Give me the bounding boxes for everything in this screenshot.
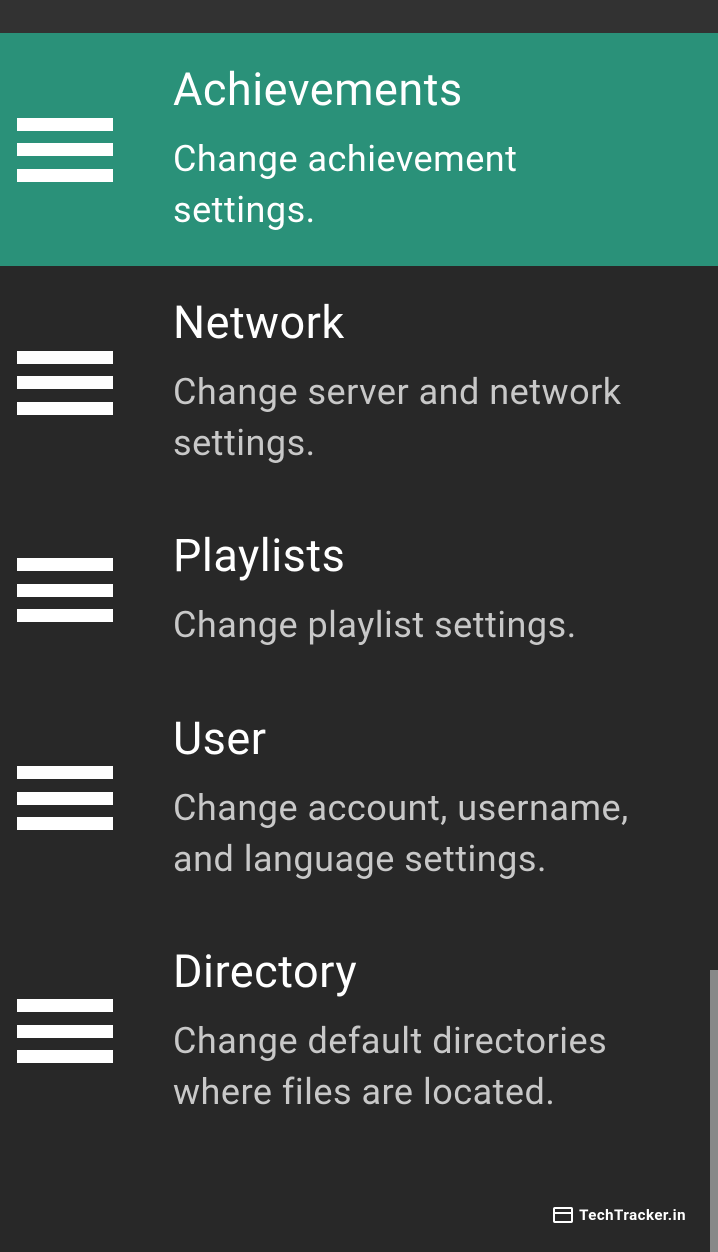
hamburger-icon bbox=[17, 999, 113, 1063]
settings-item-text: Achievements Change achievement settings… bbox=[173, 63, 702, 236]
settings-item-user[interactable]: User Change account, username, and langu… bbox=[0, 682, 718, 915]
settings-item-title: Playlists bbox=[173, 529, 642, 582]
settings-item-title: Directory bbox=[173, 945, 642, 998]
hamburger-icon bbox=[17, 118, 113, 182]
hamburger-icon bbox=[17, 558, 113, 622]
settings-item-description: Change account, username, and language s… bbox=[173, 783, 642, 885]
settings-item-title: Network bbox=[173, 296, 642, 349]
settings-list: Achievements Change achievement settings… bbox=[0, 33, 718, 1148]
hamburger-icon bbox=[17, 766, 113, 830]
watermark: TechTracker.in bbox=[553, 1206, 686, 1224]
settings-item-description: Change default directories where files a… bbox=[173, 1016, 642, 1118]
top-bar bbox=[0, 0, 718, 33]
window-icon bbox=[553, 1207, 573, 1223]
settings-item-playlists[interactable]: Playlists Change playlist settings. bbox=[0, 499, 718, 681]
settings-item-text: Playlists Change playlist settings. bbox=[173, 529, 702, 651]
settings-item-description: Change playlist settings. bbox=[173, 600, 642, 651]
settings-item-directory[interactable]: Directory Change default directories whe… bbox=[0, 915, 718, 1148]
settings-item-text: Directory Change default directories whe… bbox=[173, 945, 702, 1118]
settings-item-achievements[interactable]: Achievements Change achievement settings… bbox=[0, 33, 718, 266]
settings-item-text: User Change account, username, and langu… bbox=[173, 712, 702, 885]
hamburger-icon bbox=[17, 351, 113, 415]
settings-item-description: Change achievement settings. bbox=[173, 134, 642, 236]
settings-item-title: User bbox=[173, 712, 642, 765]
settings-item-network[interactable]: Network Change server and network settin… bbox=[0, 266, 718, 499]
settings-item-text: Network Change server and network settin… bbox=[173, 296, 702, 469]
settings-item-description: Change server and network settings. bbox=[173, 367, 642, 469]
watermark-text: TechTracker.in bbox=[579, 1206, 686, 1224]
settings-item-title: Achievements bbox=[173, 63, 642, 116]
scrollbar-thumb[interactable] bbox=[710, 970, 718, 1252]
